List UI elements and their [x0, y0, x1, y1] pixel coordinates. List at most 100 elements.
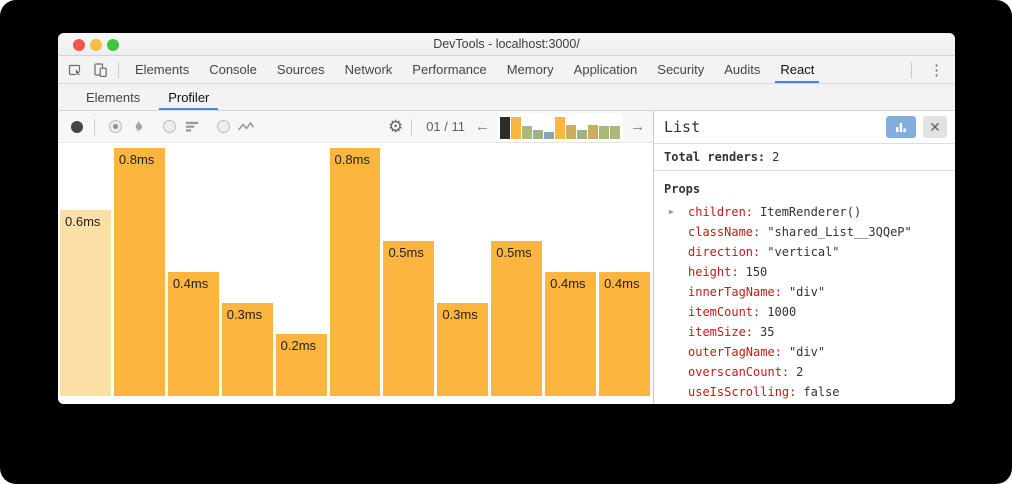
- prop-key: outerTagName: [688, 345, 782, 359]
- profiler-main: ⚙ 01 / 11 ←: [58, 111, 653, 404]
- snapshot-minibar[interactable]: [511, 117, 521, 139]
- snapshot-minibar[interactable]: [544, 132, 554, 139]
- divider: [94, 119, 95, 135]
- prop-value: "div": [789, 285, 825, 299]
- commit-bar[interactable]: 0.6ms: [60, 210, 111, 396]
- prop-row: ▶outerTagName"div": [664, 342, 945, 362]
- bar-duration-label: 0.8ms: [335, 152, 370, 167]
- prop-row: ▶itemCount1000: [664, 302, 945, 322]
- snapshot-minibar[interactable]: [610, 126, 620, 138]
- prop-row: ▶innerTagName"div": [664, 282, 945, 302]
- prop-value: "div": [789, 345, 825, 359]
- commit-bar[interactable]: 0.3ms: [437, 303, 488, 396]
- prop-row: ▶height150: [664, 262, 945, 282]
- view-interactions-group: [217, 118, 255, 136]
- disclosure-triangle-icon[interactable]: ▶: [669, 202, 674, 222]
- maximize-window-button[interactable]: [107, 39, 119, 51]
- devtools-tab[interactable]: Network: [335, 56, 403, 83]
- interactions-radio[interactable]: [217, 120, 230, 133]
- devtools-tab[interactable]: Console: [199, 56, 267, 83]
- react-panel-tab[interactable]: Elements: [72, 84, 154, 110]
- total-renders-value: 2: [772, 150, 779, 164]
- close-window-button[interactable]: [73, 39, 85, 51]
- devtools-tab[interactable]: Application: [564, 56, 648, 83]
- commit-bar[interactable]: 0.5ms: [383, 241, 434, 396]
- commit-bar[interactable]: 0.5ms: [491, 241, 542, 396]
- prop-value: 150: [746, 265, 768, 279]
- next-snapshot-arrow-icon[interactable]: →: [628, 119, 647, 134]
- devtools-tab[interactable]: Performance: [402, 56, 496, 83]
- props-heading: Props: [664, 179, 945, 199]
- prev-snapshot-arrow-icon[interactable]: ←: [473, 119, 492, 134]
- total-renders-label: Total renders:: [664, 150, 765, 164]
- commit-bar[interactable]: 0.3ms: [222, 303, 273, 396]
- snapshot-minibar[interactable]: [500, 117, 510, 139]
- prop-row: ▶ children ItemRenderer(): [664, 202, 945, 222]
- snapshot-selector: [497, 113, 623, 141]
- prop-row: ▶useIsScrollingfalse: [664, 382, 945, 402]
- divider: [411, 119, 412, 135]
- ranked-chart-icon[interactable]: [183, 118, 201, 136]
- spacer: [824, 56, 909, 83]
- prop-row: ▶className"shared_List__3QQeP": [664, 222, 945, 242]
- devtools-tabs: Elements Console Sources Network Perform…: [125, 56, 824, 83]
- snapshot-minibar[interactable]: [555, 117, 565, 139]
- devtools-tab[interactable]: Memory: [497, 56, 564, 83]
- devtools-tab[interactable]: Audits: [714, 56, 770, 83]
- prop-key: innerTagName: [688, 285, 782, 299]
- devtools-tool-icons: [58, 56, 116, 83]
- snapshot-minibar[interactable]: [533, 130, 543, 139]
- commit-bar[interactable]: 0.2ms: [276, 334, 327, 396]
- bar-duration-label: 0.4ms: [604, 276, 639, 291]
- devtools-window: DevTools - localhost:3000/ Elements Cons…: [58, 33, 955, 404]
- prop-key: itemCount: [688, 305, 760, 319]
- commit-bar[interactable]: 0.4ms: [545, 272, 596, 396]
- divider: [911, 62, 912, 78]
- snapshot-minibar[interactable]: [577, 130, 587, 139]
- ranked-radio[interactable]: [163, 120, 176, 133]
- close-details-icon[interactable]: ✕: [923, 116, 947, 138]
- device-toolbar-icon[interactable]: [92, 62, 108, 78]
- snapshot-minibar[interactable]: [599, 126, 609, 138]
- component-details-panel: List ✕ Total renders: 2 Props: [653, 111, 955, 404]
- prop-row: ▶width300: [664, 402, 945, 404]
- react-panel-tab[interactable]: Profiler: [154, 84, 223, 110]
- react-panel-tab-bar: Elements Profiler: [58, 84, 955, 111]
- more-options-icon[interactable]: ⋮: [918, 56, 955, 83]
- devtools-tab[interactable]: React: [770, 56, 824, 83]
- devtools-tab[interactable]: Security: [647, 56, 714, 83]
- devtools-tab[interactable]: Elements: [125, 56, 199, 83]
- bar-duration-label: 0.5ms: [496, 245, 531, 260]
- commit-bar[interactable]: 0.8ms: [114, 148, 165, 396]
- props-list: ▶ children ItemRenderer() ▶className"share…: [664, 202, 945, 404]
- prop-row: ▶direction"vertical": [664, 242, 945, 262]
- bar-duration-label: 0.6ms: [65, 214, 100, 229]
- prop-key: children: [688, 205, 753, 219]
- snapshot-minibar[interactable]: [566, 125, 576, 139]
- flamegraph-icon[interactable]: [129, 118, 147, 136]
- bar-duration-label: 0.3ms: [227, 307, 262, 322]
- inspect-element-icon[interactable]: [68, 62, 84, 78]
- view-flamegraph-group: [109, 118, 147, 136]
- commit-bar[interactable]: 0.4ms: [599, 272, 650, 396]
- record-button[interactable]: [71, 121, 83, 133]
- prop-value: ItemRenderer(): [760, 205, 861, 219]
- commit-bar[interactable]: 0.8ms: [330, 148, 381, 396]
- commit-bar-chart: 0.6ms 0.8ms 0.4ms 0.3ms: [58, 143, 653, 404]
- prop-key: useIsScrolling: [688, 385, 796, 399]
- interactions-icon[interactable]: [237, 118, 255, 136]
- snapshot-minibar[interactable]: [588, 125, 598, 139]
- view-renders-chart-button[interactable]: [886, 116, 916, 138]
- divider: [118, 62, 119, 78]
- react-panel-tabs: Elements Profiler: [72, 84, 223, 110]
- bar-duration-label: 0.4ms: [550, 276, 585, 291]
- minimize-window-button[interactable]: [90, 39, 102, 51]
- devtools-tab[interactable]: Sources: [267, 56, 335, 83]
- prop-row: ▶itemSize35: [664, 322, 945, 342]
- flamegraph-radio[interactable]: [109, 120, 122, 133]
- snapshot-minibar[interactable]: [522, 126, 532, 138]
- settings-gear-icon[interactable]: ⚙: [388, 118, 403, 135]
- commit-bar[interactable]: 0.4ms: [168, 272, 219, 396]
- bar-duration-label: 0.2ms: [281, 338, 316, 353]
- prop-key: height: [688, 265, 739, 279]
